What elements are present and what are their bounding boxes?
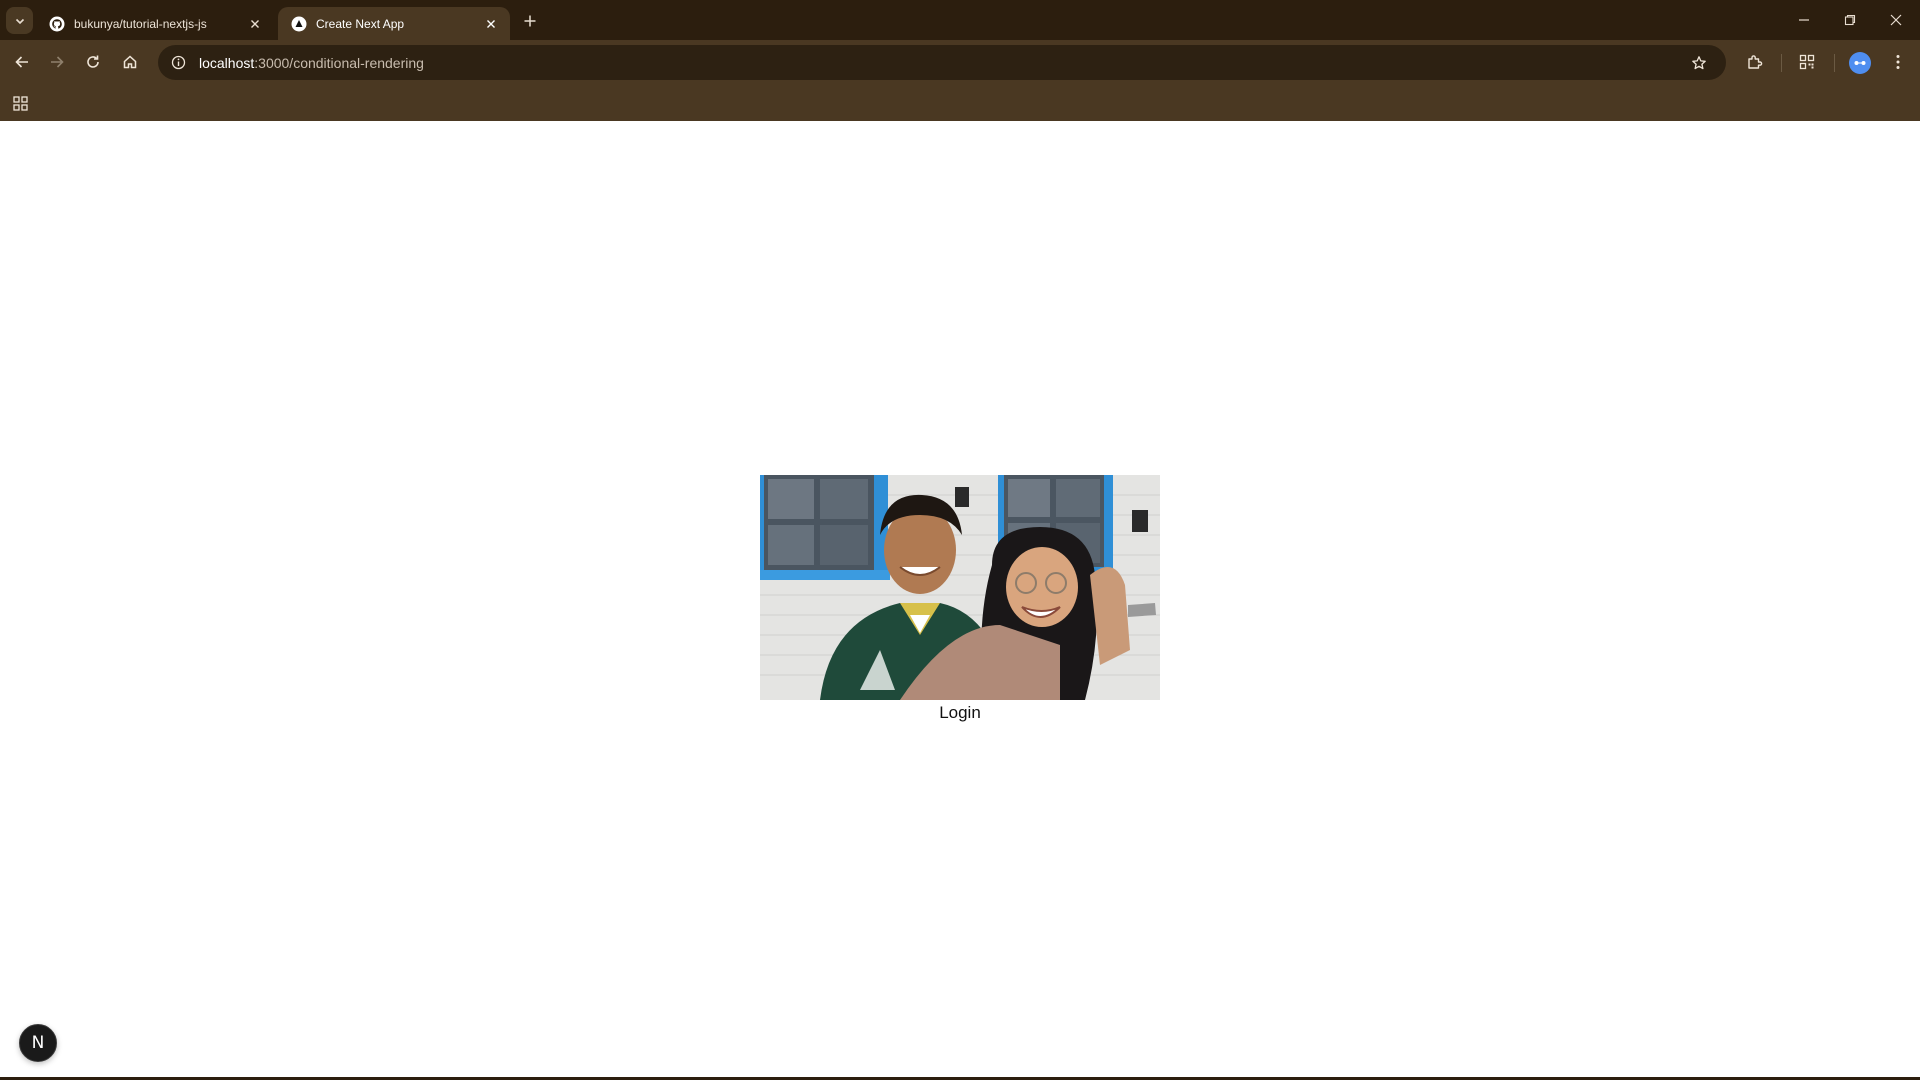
- nextjs-triangle-icon: [290, 15, 307, 32]
- reload-button[interactable]: [78, 47, 108, 77]
- github-icon: [48, 15, 65, 32]
- back-button[interactable]: [7, 47, 37, 77]
- toolbar-divider: [1781, 54, 1782, 72]
- bookmarks-bar: [0, 85, 1920, 121]
- url-host: localhost: [199, 54, 255, 71]
- kebab-menu-icon: [1896, 55, 1900, 69]
- browser-toolbar: localhost:3000/conditional-rendering: [0, 40, 1920, 85]
- site-info-button[interactable]: [163, 48, 193, 78]
- plus-icon: [524, 15, 536, 27]
- forward-button[interactable]: [42, 47, 72, 77]
- profile-avatar-icon[interactable]: [1849, 52, 1871, 74]
- url-text: localhost:3000/conditional-rendering: [199, 55, 424, 71]
- address-bar[interactable]: localhost:3000/conditional-rendering: [158, 45, 1726, 80]
- nextjs-logo-letter: N: [31, 1033, 45, 1053]
- close-window-button[interactable]: [1873, 0, 1919, 40]
- forward-arrow-icon: [51, 56, 64, 68]
- close-icon: [251, 19, 259, 28]
- restore-icon: [1844, 14, 1856, 26]
- back-arrow-icon: [15, 56, 28, 68]
- restore-button[interactable]: [1827, 0, 1873, 40]
- close-icon: [487, 19, 495, 28]
- bookmark-star-button[interactable]: [1684, 48, 1714, 78]
- tab-title: bukunya/tutorial-nextjs-js: [74, 16, 207, 31]
- qr-code-button[interactable]: [1792, 47, 1822, 77]
- tab-close-button[interactable]: [482, 15, 500, 33]
- apps-button[interactable]: [8, 91, 32, 115]
- browser-window: bukunya/tutorial-nextjs-js Create Next A…: [0, 0, 1920, 1080]
- minimize-icon: [1799, 19, 1809, 21]
- tab-title: Create Next App: [316, 16, 405, 31]
- tab-search-button[interactable]: [6, 7, 33, 34]
- url-path: :3000/conditional-rendering: [254, 54, 424, 71]
- tab-close-button[interactable]: [246, 15, 264, 33]
- home-button[interactable]: [115, 47, 145, 77]
- extensions-button[interactable]: [1740, 47, 1770, 77]
- reload-icon: [87, 55, 99, 68]
- chevron-down-icon: [15, 18, 24, 24]
- photo-of-two-people-smiling: [760, 475, 1160, 700]
- minimize-button[interactable]: [1781, 0, 1827, 40]
- bookmark-star-icon: [1692, 56, 1706, 70]
- site-info-icon: [171, 55, 185, 70]
- page-viewport: Login N: [0, 121, 1920, 1077]
- apps-grid-icon: [12, 95, 28, 111]
- profile-photo: [760, 475, 1160, 700]
- qr-code-icon: [1799, 54, 1815, 70]
- toolbar-divider: [1834, 54, 1835, 72]
- extensions-icon: [1748, 55, 1763, 69]
- browser-menu-button[interactable]: [1883, 47, 1913, 77]
- home-icon: [123, 55, 137, 69]
- tab-create-next-app[interactable]: Create Next App: [278, 7, 510, 40]
- close-icon: [1890, 14, 1902, 26]
- nextjs-dev-tools-button[interactable]: N: [19, 1024, 57, 1062]
- new-tab-button[interactable]: [518, 9, 542, 33]
- tab-strip: bukunya/tutorial-nextjs-js Create Next A…: [0, 0, 1920, 40]
- login-status-text: Login: [939, 703, 981, 722]
- tab-github[interactable]: bukunya/tutorial-nextjs-js: [36, 7, 274, 40]
